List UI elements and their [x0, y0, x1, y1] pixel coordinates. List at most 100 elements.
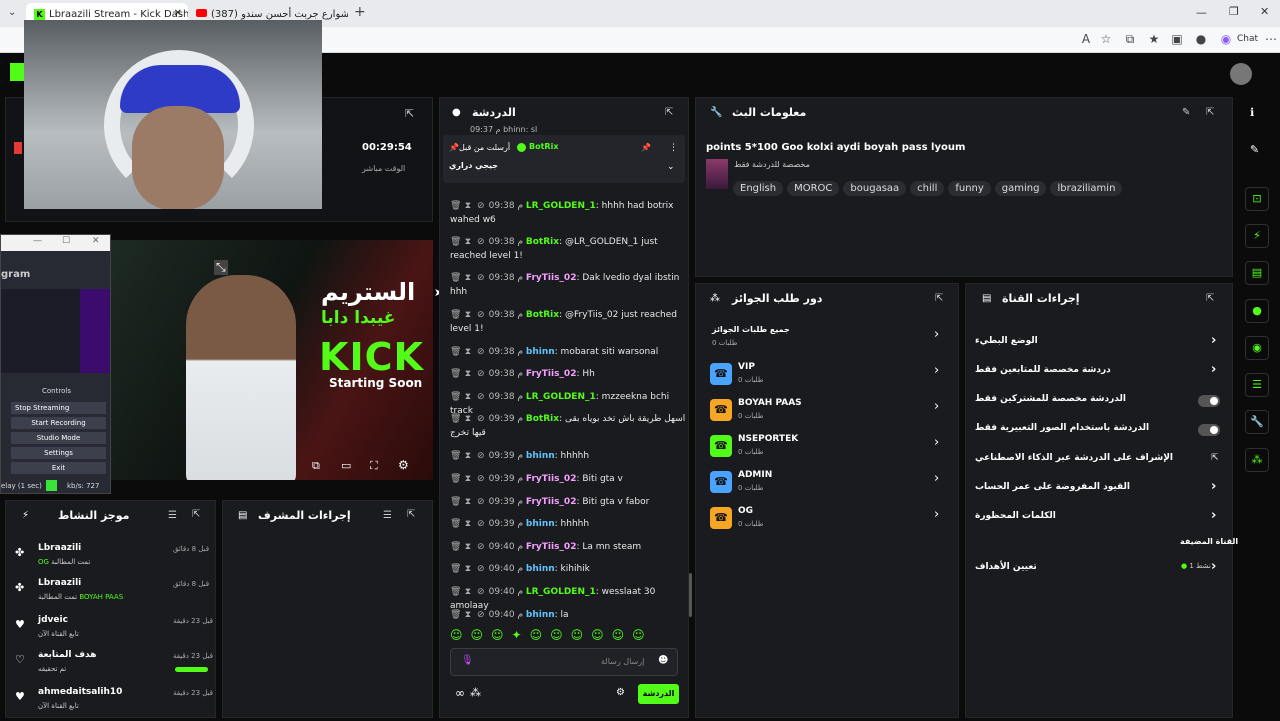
- tag-gaming[interactable]: gaming: [994, 181, 1047, 196]
- tag-bougasaa[interactable]: bougasaa: [843, 181, 907, 196]
- extensions-icon[interactable]: ⧉: [1122, 32, 1138, 47]
- obs-start-recording-button[interactable]: Start Recording: [11, 417, 106, 429]
- reward-role-row[interactable]: ☎ NSEPORTEK 0 طلبات ›: [710, 433, 950, 463]
- ban-icon[interactable]: ⊘: [476, 199, 486, 213]
- delete-icon[interactable]: 🗑: [450, 235, 461, 249]
- chat-input[interactable]: 🎙 إرسال رسالة ☻: [450, 648, 678, 676]
- ban-icon[interactable]: ⊘: [476, 517, 486, 531]
- close-tab-icon[interactable]: ✕: [174, 8, 182, 19]
- obs-exit-button[interactable]: Exit: [11, 462, 106, 474]
- timeout-icon[interactable]: ⧗: [463, 271, 473, 285]
- sidebar-chat-icon[interactable]: ●: [1245, 299, 1269, 323]
- mic-icon[interactable]: 🎙: [461, 655, 474, 666]
- timeout-icon[interactable]: ⧗: [463, 495, 473, 509]
- popout-activity-icon[interactable]: ⇱: [192, 509, 200, 520]
- reward-role-row[interactable]: ☎ ADMIN 0 طلبات ›: [710, 469, 950, 499]
- timeout-icon[interactable]: ⧗: [463, 585, 473, 599]
- chat-scrollbar[interactable]: [689, 573, 692, 617]
- ban-icon[interactable]: ⊘: [476, 412, 486, 426]
- favorites-icon[interactable]: ★: [1146, 32, 1162, 46]
- collapse-pinned-icon[interactable]: ⌄: [667, 162, 675, 172]
- popout-info-icon[interactable]: ⇱: [1206, 107, 1214, 118]
- delete-icon[interactable]: 🗑: [450, 345, 461, 359]
- ban-icon[interactable]: ⊘: [476, 235, 486, 249]
- sidebar-lightning-icon[interactable]: ⚡: [1245, 224, 1269, 248]
- tag-lbraziliamin[interactable]: lbraziliamin: [1050, 181, 1123, 196]
- edit-info-icon[interactable]: ✎: [1182, 107, 1190, 118]
- info-icon[interactable]: ℹ: [1250, 106, 1254, 119]
- obs-maximize-icon[interactable]: ☐: [62, 236, 70, 246]
- sidebar-broadcast-icon[interactable]: ◉: [1245, 336, 1269, 360]
- delete-icon[interactable]: 🗑: [450, 412, 461, 426]
- sidebar-list-icon[interactable]: ☰: [1245, 373, 1269, 397]
- reward-role-row[interactable]: ☎ OG 0 طلبات ›: [710, 505, 950, 535]
- ban-icon[interactable]: ⊘: [476, 472, 486, 486]
- all-reward-requests-row[interactable]: جميع طلبات الجوائز 0 طلبات ›: [710, 325, 950, 355]
- timeout-icon[interactable]: ⧗: [463, 449, 473, 463]
- emote-only-toggle[interactable]: [1198, 424, 1220, 436]
- minimize-window-icon[interactable]: —: [1196, 6, 1207, 19]
- ban-icon[interactable]: ⊘: [476, 308, 486, 322]
- timeout-icon[interactable]: ⧗: [463, 235, 473, 249]
- ban-icon[interactable]: ⊘: [476, 608, 486, 622]
- obs-close-icon[interactable]: ✕: [92, 236, 100, 246]
- timeout-icon[interactable]: ⧗: [463, 608, 473, 622]
- pip-icon[interactable]: ⧉: [312, 459, 320, 473]
- followers-only-row[interactable]: دردشة مخصصة للمتابعين فقط ›: [975, 362, 1225, 377]
- maximize-window-icon[interactable]: ❐: [1229, 5, 1239, 18]
- tab-list-chevron-icon[interactable]: ⌄: [8, 7, 16, 18]
- ban-icon[interactable]: ⊘: [476, 367, 486, 381]
- new-tab-button[interactable]: +: [354, 4, 366, 20]
- chat-username[interactable]: FryTiis_02: [526, 474, 577, 484]
- timeout-icon[interactable]: ⧗: [463, 412, 473, 426]
- chat-username[interactable]: bhinn: [526, 610, 555, 620]
- kick-logo-icon[interactable]: [10, 63, 24, 81]
- emoji-picker-icon[interactable]: ☻: [658, 655, 668, 666]
- chat-username[interactable]: bhinn: [526, 347, 555, 357]
- reward-role-row[interactable]: ☎ VIP 0 طلبات ›: [710, 361, 950, 391]
- subscribers-only-row[interactable]: الدردشة مخصصة للمشتركين فقط: [975, 394, 1225, 407]
- ban-icon[interactable]: ⊘: [476, 271, 486, 285]
- minimize-preview-icon[interactable]: ⤡: [214, 260, 228, 275]
- emotes-icon[interactable]: ⁂: [470, 686, 481, 699]
- popout-chat-icon[interactable]: ⇱: [665, 107, 673, 118]
- ban-icon[interactable]: ⊘: [476, 562, 486, 576]
- chat-username[interactable]: FryTiis_02: [526, 369, 577, 379]
- filter-icon[interactable]: ☰: [383, 510, 392, 521]
- timeout-icon[interactable]: ⧗: [463, 308, 473, 322]
- emote-only-row[interactable]: الدردشة باستخدام الصور التعبيرية فقط: [975, 423, 1225, 436]
- chat-username[interactable]: FryTiis_02: [526, 273, 577, 283]
- popout-mod-icon[interactable]: ⇱: [407, 509, 415, 520]
- filter-icon[interactable]: ☰: [168, 510, 177, 521]
- sidebar-scan-icon[interactable]: ⊡: [1245, 187, 1269, 211]
- fullscreen-icon[interactable]: ⛶: [370, 459, 378, 473]
- tag-funny[interactable]: funny: [948, 181, 991, 196]
- reward-role-row[interactable]: ☎ BOYAH PAAS 0 طلبات ›: [710, 397, 950, 427]
- delete-icon[interactable]: 🗑: [450, 449, 461, 463]
- chat-send-button[interactable]: الدردشة: [638, 684, 679, 704]
- timeout-icon[interactable]: ⧗: [463, 367, 473, 381]
- chat-username[interactable]: FryTiis_02: [526, 542, 577, 552]
- delete-icon[interactable]: 🗑: [450, 585, 461, 599]
- ai-moderation-row[interactable]: الإشراف على الدردشة عبر الذكاء الاصطناعي…: [975, 453, 1225, 463]
- delete-icon[interactable]: 🗑: [450, 517, 461, 531]
- banned-words-row[interactable]: الكلمات المحظورة ›: [975, 508, 1225, 523]
- popout-rewards-icon[interactable]: ⇱: [935, 293, 943, 304]
- obs-settings-button[interactable]: Settings: [11, 447, 106, 459]
- account-age-row[interactable]: القيود المفروضة على عمر الحساب ›: [975, 479, 1225, 494]
- close-window-icon[interactable]: ✕: [1260, 5, 1269, 18]
- chat-username[interactable]: BotRix: [526, 414, 559, 424]
- timeout-icon[interactable]: ⧗: [463, 540, 473, 554]
- delete-icon[interactable]: 🗑: [450, 271, 461, 285]
- profile-icon[interactable]: ●: [1193, 32, 1209, 46]
- slow-mode-row[interactable]: الوضع البطيء ›: [975, 333, 1225, 348]
- chat-username[interactable]: bhinn: [526, 451, 555, 461]
- delete-icon[interactable]: 🗑: [450, 367, 461, 381]
- read-aloud-icon[interactable]: A: [1078, 32, 1094, 46]
- chat-username[interactable]: LR_GOLDEN_1: [526, 392, 596, 402]
- delete-icon[interactable]: 🗑: [450, 562, 461, 576]
- favorite-star-icon[interactable]: ☆: [1098, 32, 1114, 46]
- ban-icon[interactable]: ⊘: [476, 540, 486, 554]
- pinned-more-icon[interactable]: ⋮: [669, 143, 678, 153]
- theater-mode-icon[interactable]: ▭: [341, 459, 351, 472]
